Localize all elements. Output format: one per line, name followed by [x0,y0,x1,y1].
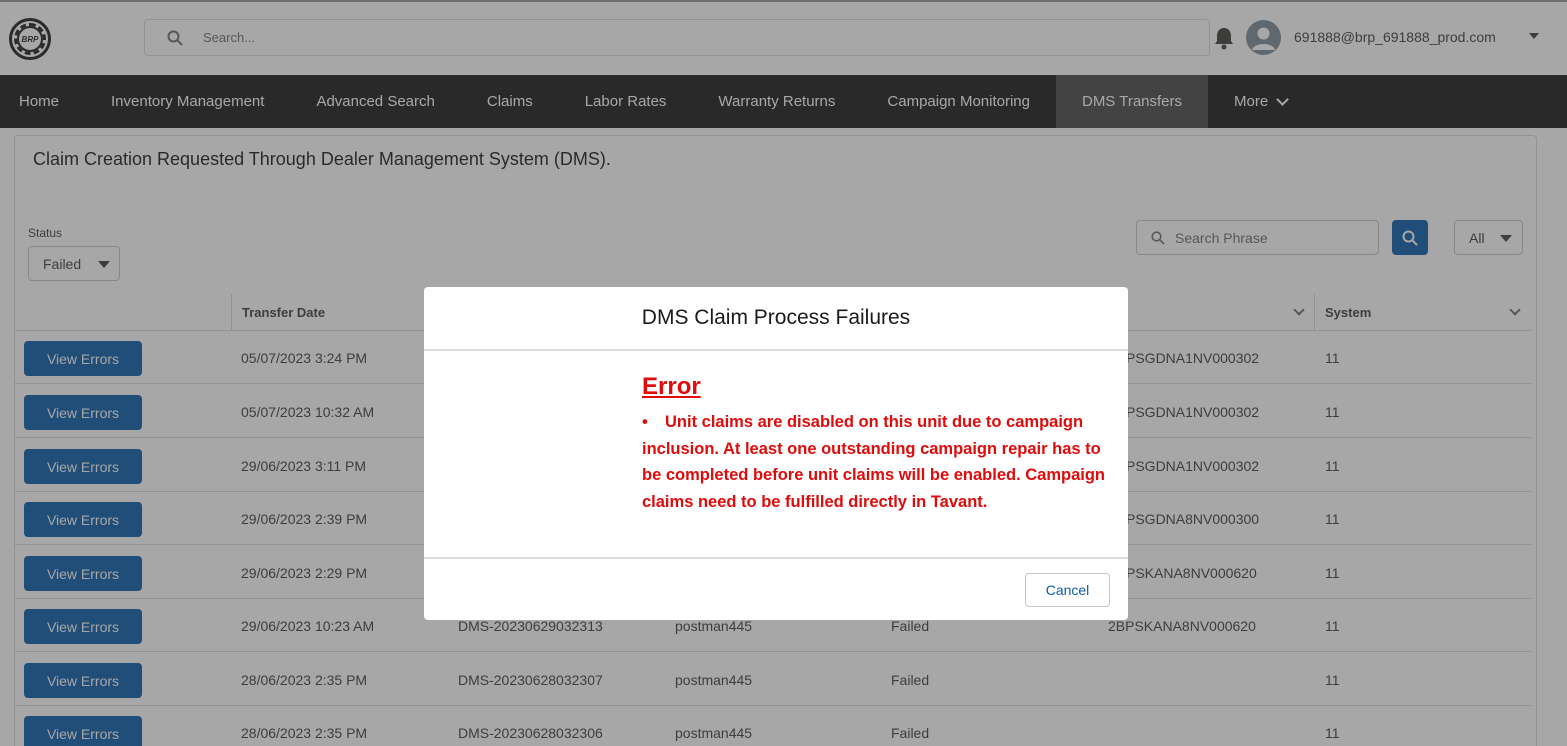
cancel-button[interactable]: Cancel [1025,573,1110,607]
error-modal: DMS Claim Process Failures Error • Unit c… [424,287,1128,620]
modal-body: Error • Unit claims are disabled on this … [424,351,1128,558]
modal-footer: Cancel [424,557,1128,620]
error-message-text: Unit claims are disabled on this unit du… [642,413,1106,511]
bullet: • [642,413,648,431]
error-message: • Unit claims are disabled on this unit d… [642,409,1112,515]
error-heading: Error [642,373,701,400]
modal-title: DMS Claim Process Failures [424,287,1128,351]
